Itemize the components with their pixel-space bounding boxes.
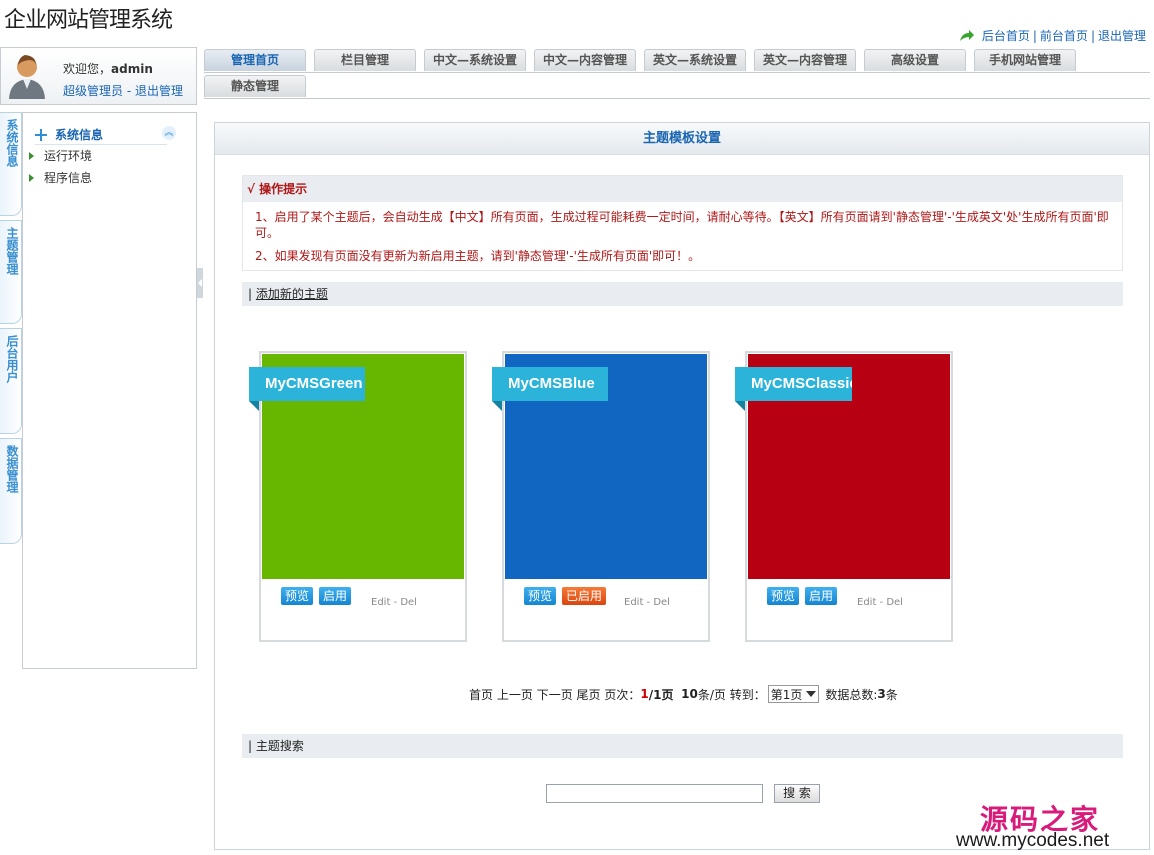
top-links: 后台首页 | 前台首页 | 退出管理 <box>959 27 1146 44</box>
vtab-data-manage[interactable]: 数据管理 <box>0 438 22 544</box>
per-page-text: 条/页 <box>697 687 726 702</box>
site-title: 企业网站管理系统 <box>4 8 173 33</box>
logout-link[interactable]: 退出管理 <box>1098 27 1146 44</box>
preview-button[interactable]: 预览 <box>281 587 314 605</box>
prev-page-link[interactable]: 上一页 <box>497 686 533 703</box>
tab-mobile[interactable]: 手机网站管理 <box>974 49 1076 71</box>
tab-columns[interactable]: 栏目管理 <box>314 49 416 71</box>
search-bar-heading: | 主题搜索 <box>242 734 1123 758</box>
menu-item-label: 程序信息 <box>44 171 93 185</box>
tips-heading: √ 操作提示 <box>243 176 1122 202</box>
current-page: 1 <box>640 687 649 701</box>
left-menu: 系统信息 ︽ 运行环境 程序信息 <box>22 112 197 669</box>
tip-line-1: 1、启用了某个主题后，会自动生成【中文】所有页面，生成过程可能耗费一定时间，请耐… <box>255 210 1109 240</box>
next-page-link[interactable]: 下一页 <box>537 686 573 703</box>
user-links: 超级管理员 - 退出管理 <box>63 82 183 99</box>
sidebar-toggle-handle[interactable] <box>197 268 203 298</box>
tip-line-2: 2、如果发现有页面没有更新为新启用主题，请到'静态管理'-'生成所有页面'即可！… <box>255 249 701 263</box>
tab-home[interactable]: 管理首页 <box>204 49 306 71</box>
preview-button[interactable]: 预览 <box>767 587 800 605</box>
triangle-right-icon <box>29 173 34 182</box>
ribbon-fold <box>735 401 745 411</box>
tab-divider <box>204 72 1150 73</box>
tab-advanced[interactable]: 高级设置 <box>864 49 966 71</box>
page-select[interactable]: 第1页 <box>767 685 820 703</box>
page-select-value: 第1页 <box>770 687 803 702</box>
avatar <box>9 55 45 99</box>
collapse-icon[interactable]: ︽ <box>162 126 176 140</box>
vtab-admin-users[interactable]: 后台用户 <box>0 328 22 434</box>
tab-cn-content[interactable]: 中文—内容管理 <box>534 49 636 71</box>
pagination: 首页 上一页 下一页 尾页 页次： 1 /1页 10 条/页 转到： 第1页 数… <box>469 685 898 703</box>
ribbon-fold <box>492 401 502 411</box>
username: admin <box>111 62 153 76</box>
theme-card-green: MyCMSGreen 预览 启用 Edit - Del <box>249 351 467 642</box>
home-arrow-icon <box>959 29 974 41</box>
chevron-down-icon <box>806 691 817 697</box>
tab-en-system[interactable]: 英文—系统设置 <box>644 49 746 71</box>
site-home-link[interactable]: 前台首页 <box>1040 27 1088 44</box>
link-separator: | <box>1090 28 1095 43</box>
add-theme-bar: | 添加新的主题 <box>242 282 1123 306</box>
add-bar-prefix: | <box>248 287 256 301</box>
search-button[interactable]: 搜 索 <box>774 784 820 803</box>
tips-box: √ 操作提示 1、启用了某个主题后，会自动生成【中文】所有页面，生成过程可能耗费… <box>242 175 1123 271</box>
menu-item-runtime[interactable]: 运行环境 <box>29 147 92 164</box>
tab-cn-system[interactable]: 中文—系统设置 <box>424 49 526 71</box>
menu-item-program[interactable]: 程序信息 <box>29 169 92 186</box>
vtab-system-info[interactable]: 系统信息 <box>0 112 22 216</box>
triangle-right-icon <box>29 151 34 160</box>
add-theme-link[interactable]: 添加新的主题 <box>256 287 328 301</box>
first-page-link[interactable]: 首页 <box>469 686 493 703</box>
per-page-count: 10 <box>681 687 698 701</box>
goto-label: 转到： <box>729 687 766 702</box>
role-link[interactable]: 超级管理员 <box>63 84 123 98</box>
enable-button[interactable]: 启用 <box>805 587 838 605</box>
menu-heading-label: 系统信息 <box>55 128 104 142</box>
menu-heading[interactable]: 系统信息 <box>35 125 167 145</box>
welcome-text: 欢迎您，admin <box>63 60 153 77</box>
theme-search-input[interactable] <box>546 784 763 803</box>
vtab-theme-manage[interactable]: 主题管理 <box>0 220 22 324</box>
main-panel: 主题模板设置 √ 操作提示 1、启用了某个主题后，会自动生成【中文】所有页面，生… <box>214 122 1150 850</box>
admin-home-link[interactable]: 后台首页 <box>982 27 1030 44</box>
watermark-url: www.mycodes.net <box>956 830 1110 851</box>
user-panel: 欢迎您，admin 超级管理员 - 退出管理 <box>0 47 197 105</box>
menu-item-label: 运行环境 <box>44 149 93 163</box>
edit-del-links[interactable]: Edit - Del <box>857 597 903 608</box>
panel-title: 主题模板设置 <box>215 123 1149 155</box>
welcome-prefix: 欢迎您， <box>63 62 112 76</box>
page-label: 页次： <box>604 687 641 702</box>
theme-card-classic: MyCMSClassic 预览 启用 Edit - Del <box>735 351 953 642</box>
enable-button[interactable]: 启用 <box>319 587 352 605</box>
last-page-link[interactable]: 尾页 <box>577 686 601 703</box>
user-links-dash: - <box>123 84 135 98</box>
link-separator: | <box>1032 28 1037 43</box>
edit-del-links[interactable]: Edit - Del <box>624 597 670 608</box>
tab-divider <box>204 98 1150 99</box>
ribbon-fold <box>249 401 259 411</box>
theme-name-ribbon: MyCMSBlue <box>492 367 608 401</box>
tab-static[interactable]: 静态管理 <box>204 75 306 97</box>
total-count: 3 <box>877 687 886 701</box>
tab-en-content[interactable]: 英文—内容管理 <box>754 49 856 71</box>
theme-name-ribbon: MyCMSClassic <box>735 367 852 401</box>
theme-card-blue: MyCMSBlue 预览 已启用 Edit - Del <box>492 351 710 642</box>
edit-del-links[interactable]: Edit - Del <box>371 597 417 608</box>
total-label: 数据总数: <box>825 687 878 702</box>
total-unit: 条 <box>885 687 898 702</box>
plus-icon <box>35 128 47 141</box>
user-logout-link[interactable]: 退出管理 <box>135 84 183 98</box>
preview-button[interactable]: 预览 <box>524 587 557 605</box>
total-pages: /1页 <box>648 687 674 702</box>
theme-name-ribbon: MyCMSGreen <box>249 367 365 401</box>
enabled-badge: 已启用 <box>562 587 607 605</box>
